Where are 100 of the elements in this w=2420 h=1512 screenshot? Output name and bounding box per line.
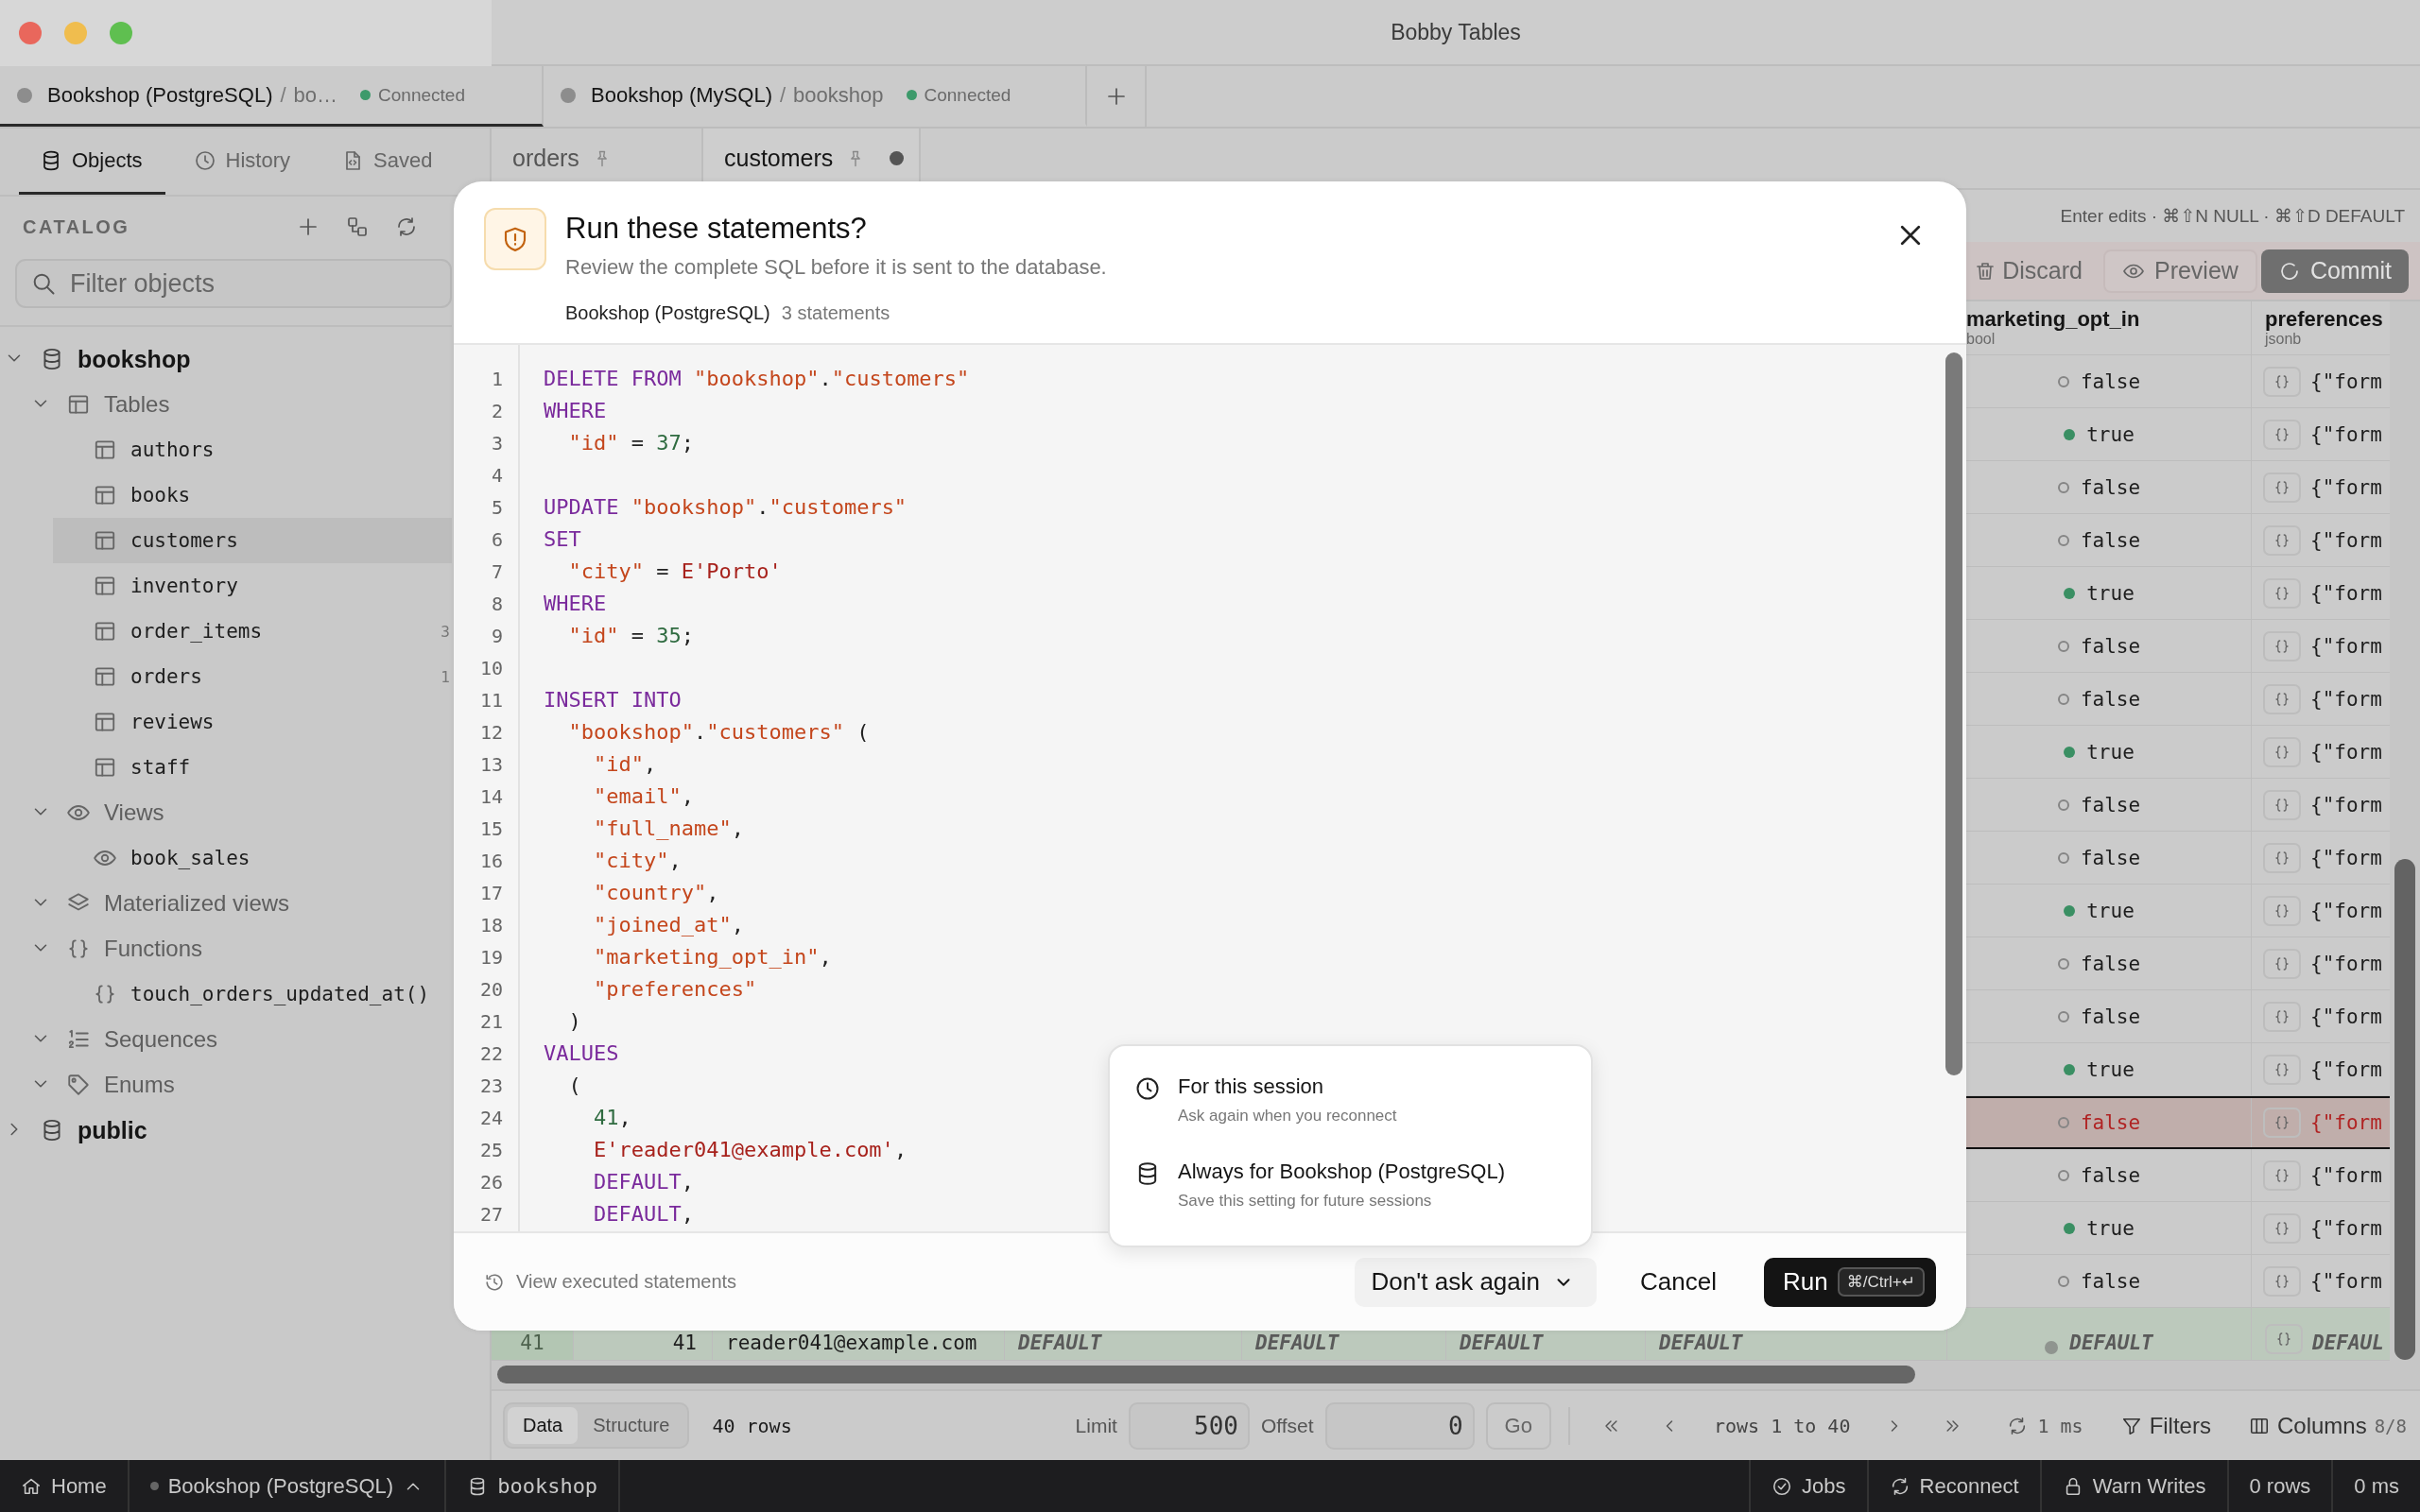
view-tab[interactable]: Data <box>508 1407 579 1444</box>
code-line: E'reader041@example.com', <box>592 1137 908 1163</box>
row-number: 41 <box>520 1332 544 1354</box>
reconnect-button[interactable]: Reconnect <box>1868 1460 2042 1512</box>
go-button[interactable]: Go <box>1485 1401 1551 1450</box>
cell-text: {"form <box>2310 1111 2382 1134</box>
code-line: "id" = 35; <box>567 623 694 649</box>
cell-text: {"form <box>2310 1057 2382 1081</box>
dont-ask-button[interactable]: Don't ask again <box>1354 1257 1597 1307</box>
line-number: 8 <box>490 592 504 617</box>
page-range: rows 1 to 40 <box>1713 1414 1851 1437</box>
warn-button[interactable]: Warn Writes <box>2041 1460 2229 1512</box>
tree-item[interactable]: book_sales <box>53 835 452 881</box>
cell-text: {"form <box>2310 846 2382 869</box>
tree-item[interactable]: Enums <box>26 1062 452 1108</box>
code-line: VALUES <box>544 1040 619 1067</box>
dialog-subtitle: Review the complete SQL before it is sent to the database. <box>565 255 1108 280</box>
item-count: 1 <box>441 667 450 686</box>
code-line: ) <box>567 1008 581 1035</box>
tree-item[interactable]: Materialized views <box>26 881 452 926</box>
code-line: DEFAULT, <box>592 1169 694 1195</box>
shortcut-key: ⌘/Ctrl+↵ <box>1837 1267 1925 1297</box>
run-button[interactable]: Run ⌘/Ctrl+↵ <box>1763 1257 1936 1307</box>
column-header[interactable]: preferences jsonb <box>2252 301 2388 354</box>
code-line: WHERE <box>544 591 607 617</box>
jobs-button[interactable]: Jobs <box>1751 1460 1869 1512</box>
section-title: CATALOG <box>23 215 130 238</box>
line-number: 24 <box>478 1106 504 1131</box>
tree-item[interactable]: Views <box>26 790 452 835</box>
tree-item[interactable]: touch_orders_updated_at() <box>53 971 452 1017</box>
tree-item[interactable]: order_items 3 <box>53 609 452 654</box>
line-number: 25 <box>478 1138 504 1163</box>
line-number: 11 <box>478 688 504 713</box>
tree-item[interactable]: bookshop <box>0 336 452 382</box>
code-line: SET <box>544 526 581 553</box>
search-field[interactable]: Filter objects <box>15 259 452 308</box>
connection-tab[interactable]: Bookshop (MySQL) / bookshop Connected <box>544 66 1087 127</box>
commit-button[interactable]: Commit <box>2260 249 2409 293</box>
cell-text: reader041@example.com <box>726 1332 977 1354</box>
cell-text: DEFAUL <box>2312 1332 2384 1354</box>
tree-item[interactable]: inventory <box>53 563 452 609</box>
columns-button[interactable]: Columns 8/8 <box>2248 1412 2407 1439</box>
tree-item[interactable]: books <box>53 472 452 518</box>
cell-text: DEFAULT <box>1018 1332 1102 1354</box>
tree-item[interactable]: staff <box>53 745 452 790</box>
code-line: INSERT INTO <box>544 687 682 713</box>
cell-text: {"form <box>2310 793 2382 816</box>
cell-text: {"form <box>2310 1269 2382 1293</box>
cell-text: false <box>2080 1269 2141 1293</box>
offset-field[interactable]: 0 <box>1324 1401 1475 1450</box>
tree-item[interactable]: customers <box>53 518 452 563</box>
code-line: WHERE <box>544 398 607 424</box>
line-number: 18 <box>478 913 504 938</box>
cell-text: {"form <box>2310 1005 2382 1028</box>
code-line: "id", <box>592 751 657 778</box>
limit-field[interactable]: 500 <box>1128 1401 1250 1450</box>
home-button[interactable]: Home <box>0 1460 130 1512</box>
cell-text: {"form <box>2310 687 2382 711</box>
line-number: 9 <box>490 624 504 649</box>
line-number: 3 <box>490 431 504 456</box>
cell-text: true <box>2086 1057 2135 1081</box>
view-tab[interactable]: Structure <box>578 1407 685 1444</box>
connection-switcher[interactable]: Bookshop (PostgreSQL) <box>129 1460 447 1512</box>
tree-item[interactable]: authors <box>53 427 452 472</box>
cell-text: false <box>2080 687 2141 711</box>
filters-button[interactable]: Filters <box>2120 1412 2211 1439</box>
cell-text: false <box>2080 528 2141 552</box>
code-line: "joined_at", <box>592 912 744 938</box>
line-number: 22 <box>478 1041 504 1067</box>
tree-item[interactable]: Functions <box>26 926 452 971</box>
tree-item[interactable]: public <box>0 1108 452 1153</box>
statement-count: 3 statements <box>781 302 890 324</box>
line-number: 16 <box>478 849 504 874</box>
cell-text: 41 <box>672 1332 697 1354</box>
cell-text: false <box>2080 952 2141 975</box>
tree-item[interactable]: orders 1 <box>53 654 452 699</box>
tree-item[interactable]: reviews <box>53 699 452 745</box>
tree-item[interactable]: Sequences <box>26 1017 452 1062</box>
schema-button[interactable]: bookshop <box>446 1460 621 1512</box>
line-number: 14 <box>478 784 504 810</box>
cell-text: {"form <box>2310 952 2382 975</box>
line-number: 20 <box>478 977 504 1003</box>
line-number: 27 <box>478 1202 504 1228</box>
menu-item[interactable]: Always for Bookshop (PostgreSQL) Save this setting for future sessions <box>1121 1144 1580 1226</box>
cell-text: true <box>2086 740 2135 764</box>
connection-name: Bookshop (PostgreSQL) <box>565 302 770 324</box>
cancel-button[interactable]: Cancel <box>1619 1257 1737 1307</box>
line-number: 21 <box>478 1009 504 1035</box>
query-time: 1 ms <box>2037 1414 2083 1437</box>
cell-text: DEFAULT <box>1460 1332 1544 1354</box>
code-line: DEFAULT, <box>592 1201 694 1228</box>
cell-text: DEFAULT <box>1255 1332 1340 1354</box>
history-link[interactable]: View executed statements <box>484 1271 737 1293</box>
menu-item[interactable]: For this session Ask again when you reconnect <box>1121 1059 1580 1141</box>
code-line: "id" = 37; <box>567 430 694 456</box>
tree-item[interactable]: Tables <box>26 382 452 427</box>
offset-label: Offset <box>1260 1414 1314 1437</box>
sidebar-tab[interactable]: Objects <box>19 129 165 195</box>
cell-text: {"form <box>2310 422 2382 446</box>
cell-text: false <box>2080 793 2141 816</box>
